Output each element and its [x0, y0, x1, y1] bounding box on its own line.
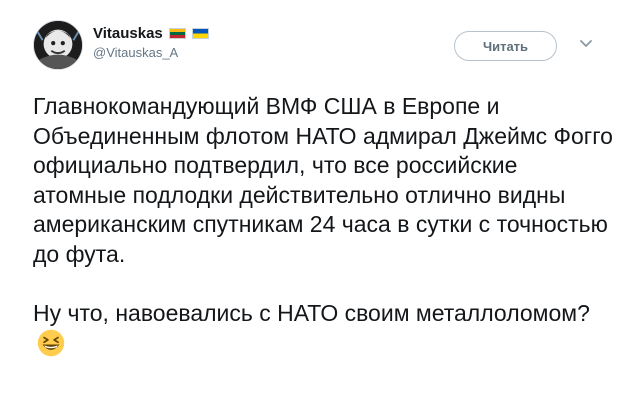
lithuania-flag-icon [168, 27, 186, 39]
tweet-text: Главнокомандующий ВМФ США в Европе и Объ… [33, 92, 613, 359]
tweet-paragraph-1: Главнокомандующий ВМФ США в Европе и Объ… [33, 93, 620, 267]
name-row: Vitauskas [93, 24, 209, 42]
ukraine-flag-icon [191, 27, 209, 39]
tweet-paragraph-2: Ну что, навоевались с НАТО своим металло… [33, 300, 590, 327]
avatar[interactable] [33, 20, 83, 70]
user-handle[interactable]: @Vitauskas_A [93, 45, 209, 60]
display-name[interactable]: Vitauskas [93, 25, 163, 42]
grinning-squinting-face-icon [37, 329, 65, 356]
author-block: Vitauskas @Vitauskas_A [93, 24, 209, 60]
chevron-down-icon[interactable] [579, 39, 593, 49]
follow-button[interactable]: Читать [454, 31, 557, 61]
avatar-image [34, 21, 82, 69]
